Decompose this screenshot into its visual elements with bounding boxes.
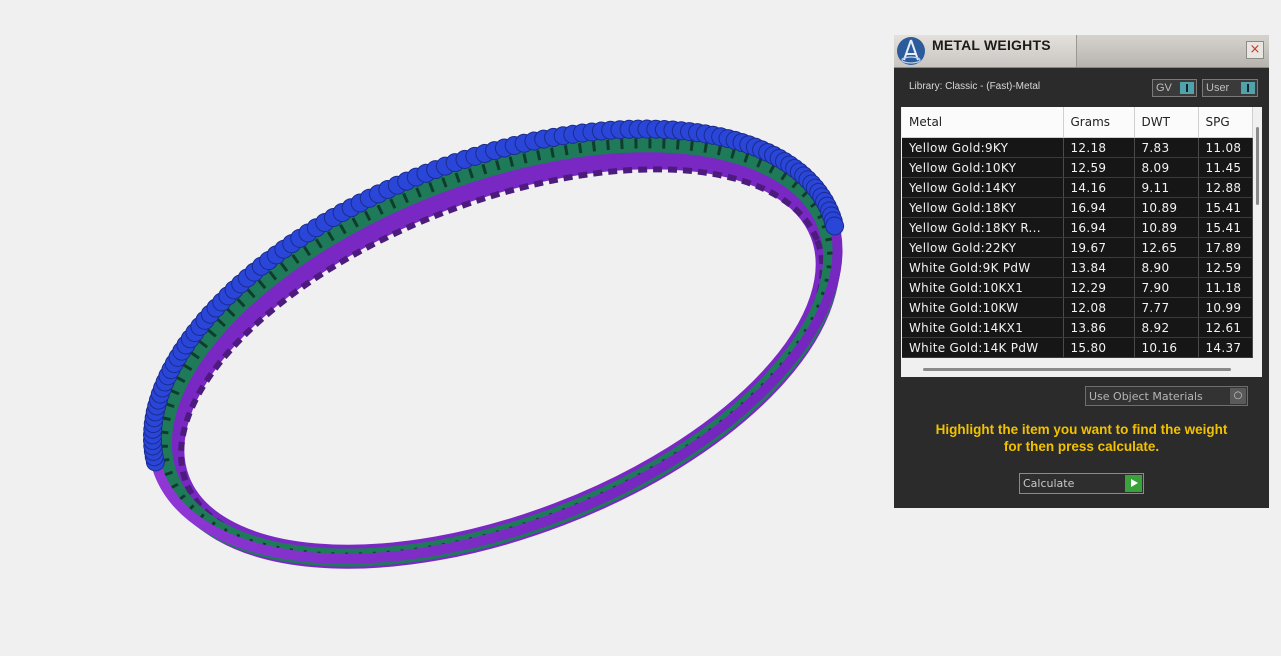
cell-grams: 15.80 — [1063, 337, 1135, 358]
panel-title: METAL WEIGHTS — [932, 37, 1051, 53]
cell-metal: White Gold:14KX1 — [902, 317, 1064, 338]
cell-spg: 17.89 — [1198, 237, 1253, 258]
cell-grams: 13.86 — [1063, 317, 1135, 338]
cell-dwt: 7.90 — [1134, 277, 1199, 298]
cell-grams: 12.18 — [1063, 137, 1135, 158]
table-row[interactable]: White Gold:14K PdW 15.80 10.16 14.37 — [902, 337, 1253, 358]
cell-grams: 12.29 — [1063, 277, 1135, 298]
cell-metal: White Gold:10KW — [902, 297, 1064, 318]
gv-toggle-label: GV — [1156, 82, 1172, 94]
cell-metal: White Gold:10KX1 — [902, 277, 1064, 298]
cell-grams: 12.59 — [1063, 157, 1135, 178]
cell-grams: 16.94 — [1063, 197, 1135, 218]
table-row[interactable]: White Gold:10KW 12.08 7.77 10.99 — [902, 297, 1253, 318]
cell-grams: 13.84 — [1063, 257, 1135, 278]
cell-dwt: 10.16 — [1134, 337, 1199, 358]
ring-model[interactable] — [0, 0, 880, 656]
metal-table: Metal Grams DWT SPG Yellow Gold:9KY 12.18… — [902, 107, 1253, 358]
calculate-label: Calculate — [1023, 477, 1075, 490]
calculate-button[interactable]: Calculate — [1019, 473, 1144, 494]
table-row[interactable]: Yellow Gold:14KY 14.16 9.11 12.88 — [902, 177, 1253, 198]
column-header-spg[interactable]: SPG — [1198, 107, 1253, 138]
cell-grams: 14.16 — [1063, 177, 1135, 198]
cell-spg: 12.61 — [1198, 317, 1253, 338]
metal-weights-panel: METAL WEIGHTS × Library: Classic - (Fast… — [894, 35, 1269, 508]
table-row[interactable]: Yellow Gold:10KY 12.59 8.09 11.45 — [902, 157, 1253, 178]
table-row[interactable]: White Gold:9K PdW 13.84 8.90 12.59 — [902, 257, 1253, 278]
cell-metal: Yellow Gold:18KY — [902, 197, 1064, 218]
table-horizontal-scrollbar[interactable] — [901, 361, 1253, 377]
cell-spg: 14.37 — [1198, 337, 1253, 358]
user-toggle-label: User — [1206, 82, 1230, 94]
column-header-metal[interactable]: Metal — [902, 107, 1064, 138]
cell-metal: Yellow Gold:14KY — [902, 177, 1064, 198]
play-arrow-icon — [1125, 475, 1142, 492]
cell-metal: Yellow Gold:10KY — [902, 157, 1064, 178]
table-row[interactable]: Yellow Gold:18KY R... 16.94 10.89 15.41 — [902, 217, 1253, 238]
app-logo-icon — [897, 37, 925, 65]
instruction-line-1: Highlight the item you want to find the … — [935, 422, 1228, 437]
cell-dwt: 9.11 — [1134, 177, 1199, 198]
column-header-grams[interactable]: Grams — [1063, 107, 1135, 138]
cell-dwt: 8.90 — [1134, 257, 1199, 278]
table-row[interactable]: Yellow Gold:22KY 19.67 12.65 17.89 — [902, 237, 1253, 258]
cell-metal: White Gold:9K PdW — [902, 257, 1064, 278]
user-toggle[interactable]: User — [1202, 79, 1258, 97]
panel-titlebar[interactable]: METAL WEIGHTS × — [894, 35, 1269, 68]
cell-dwt: 12.65 — [1134, 237, 1199, 258]
table-row[interactable]: White Gold:14KX1 13.86 8.92 12.61 — [902, 317, 1253, 338]
cell-spg: 11.18 — [1198, 277, 1253, 298]
toggle-switch-icon — [1241, 82, 1255, 94]
cell-spg: 15.41 — [1198, 217, 1253, 238]
cell-metal: White Gold:14K PdW — [902, 337, 1064, 358]
cell-dwt: 10.89 — [1134, 217, 1199, 238]
radio-circle-icon: ○ — [1230, 388, 1246, 404]
table-row[interactable]: Yellow Gold:9KY 12.18 7.83 11.08 — [902, 137, 1253, 158]
scrollbar-thumb[interactable] — [1256, 127, 1259, 205]
table-row[interactable]: Yellow Gold:18KY 16.94 10.89 15.41 — [902, 197, 1253, 218]
cell-spg: 11.08 — [1198, 137, 1253, 158]
library-label: Library: Classic - (Fast)-Metal — [909, 81, 1041, 92]
3d-viewport[interactable] — [0, 0, 880, 656]
cell-metal: Yellow Gold:22KY — [902, 237, 1064, 258]
gv-toggle[interactable]: GV — [1152, 79, 1197, 97]
metal-table-container: Metal Grams DWT SPG Yellow Gold:9KY 12.18… — [901, 107, 1262, 377]
cell-spg: 11.45 — [1198, 157, 1253, 178]
table-row[interactable]: White Gold:10KX1 12.29 7.90 11.18 — [902, 277, 1253, 298]
panel-title-tab: METAL WEIGHTS — [894, 35, 1077, 67]
cell-grams: 19.67 — [1063, 237, 1135, 258]
instruction-line-2: for then press calculate. — [1003, 439, 1160, 454]
toggle-switch-icon — [1180, 82, 1194, 94]
table-header-row: Metal Grams DWT SPG — [902, 107, 1253, 138]
cell-spg: 10.99 — [1198, 297, 1253, 318]
cell-metal: Yellow Gold:18KY R... — [902, 217, 1064, 238]
cell-dwt: 7.83 — [1134, 137, 1199, 158]
cell-metal: Yellow Gold:9KY — [902, 137, 1064, 158]
cell-grams: 16.94 — [1063, 217, 1135, 238]
cell-dwt: 8.09 — [1134, 157, 1199, 178]
cell-dwt: 7.77 — [1134, 297, 1199, 318]
close-button[interactable]: × — [1246, 41, 1264, 59]
cell-dwt: 8.92 — [1134, 317, 1199, 338]
cell-dwt: 10.89 — [1134, 197, 1199, 218]
instruction-text: Highlight the item you want to find the … — [904, 421, 1259, 455]
use-object-materials-dropdown[interactable]: Use Object Materials ○ — [1085, 386, 1248, 406]
table-vertical-scrollbar[interactable] — [1253, 107, 1262, 377]
cell-spg: 15.41 — [1198, 197, 1253, 218]
column-header-dwt[interactable]: DWT — [1134, 107, 1199, 138]
use-object-materials-label: Use Object Materials — [1089, 390, 1203, 403]
scrollbar-thumb[interactable] — [923, 368, 1231, 371]
cell-spg: 12.88 — [1198, 177, 1253, 198]
cell-spg: 12.59 — [1198, 257, 1253, 278]
cell-grams: 12.08 — [1063, 297, 1135, 318]
